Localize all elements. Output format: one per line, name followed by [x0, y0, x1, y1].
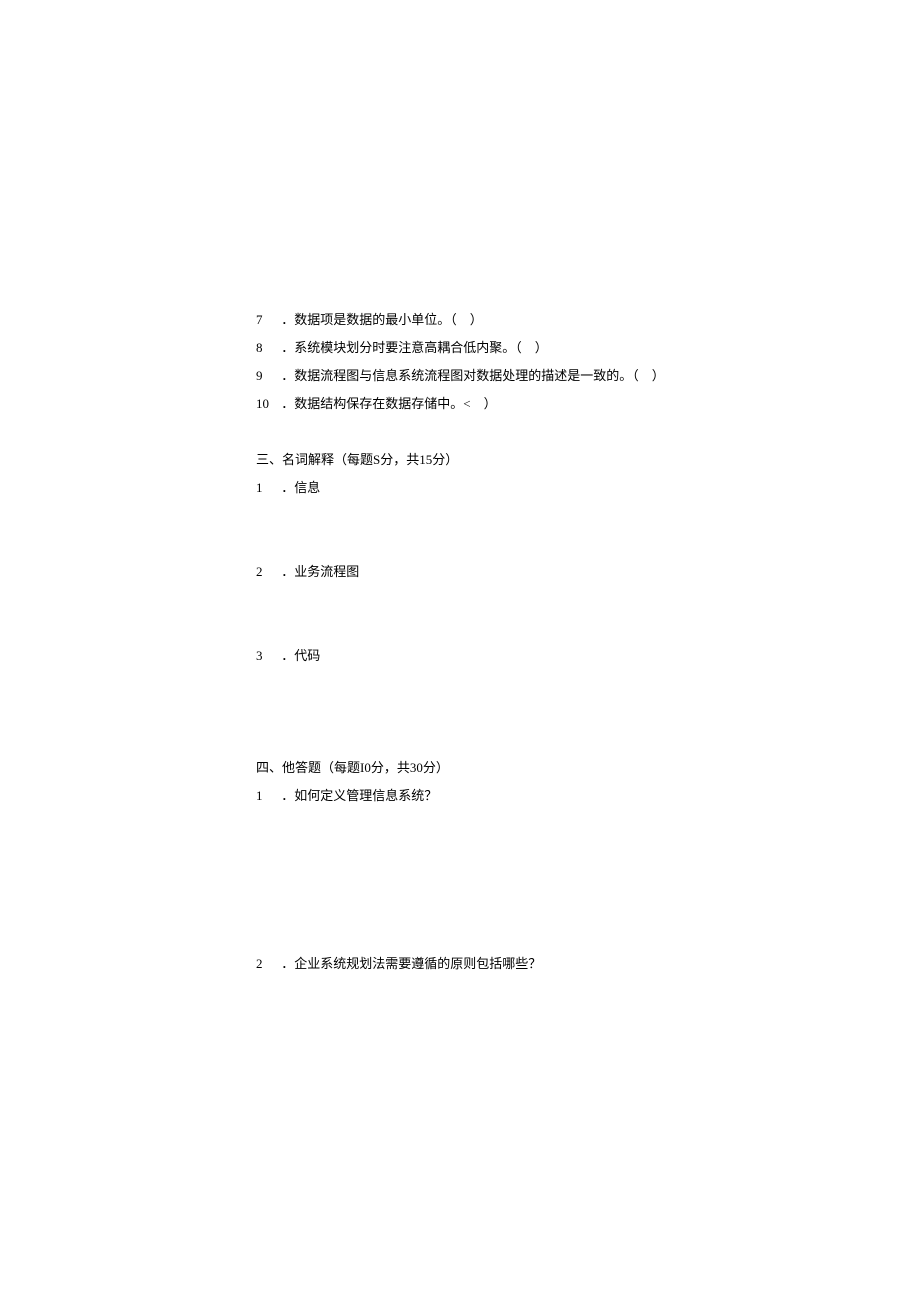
question-number: 8: [256, 334, 278, 362]
question-text: ．企业系统规划法需要遵循的原则包括哪些？: [281, 956, 541, 971]
term-question-2: 2 ．业务流程图: [256, 558, 756, 586]
question-text: ．数据流程图与信息系统流程图对数据处理的描述是一致的。（ ）: [281, 368, 665, 383]
term-question-1: 1 ．信息: [256, 474, 756, 502]
question-number: 2: [256, 558, 278, 586]
question-number: 2: [256, 950, 278, 978]
tf-question-7: 7 ．数据项是数据的最小单位。（ ）: [256, 306, 756, 334]
section-3-heading: 三、名词解释（每题S分，共15分）: [256, 446, 756, 474]
question-text: ．数据结构保存在数据存储中。< ）: [281, 396, 496, 411]
answer-question-2: 2 ．企业系统规划法需要遵循的原则包括哪些？: [256, 950, 756, 978]
question-text: ．如何定义管理信息系统？: [281, 788, 437, 803]
term-question-3: 3 ．代码: [256, 642, 756, 670]
question-number: 7: [256, 306, 278, 334]
tf-question-8: 8 ．系统模块划分时要注意高耦合低内聚。（ ）: [256, 334, 756, 362]
document-body: 7 ．数据项是数据的最小单位。（ ） 8 ．系统模块划分时要注意高耦合低内聚。（…: [256, 306, 756, 978]
tf-question-9: 9 ．数据流程图与信息系统流程图对数据处理的描述是一致的。（ ）: [256, 362, 756, 390]
question-number: 10: [256, 390, 278, 418]
heading-text: 三、名词解释（每题S分，共15分）: [256, 452, 458, 467]
question-text: ．信息: [281, 480, 320, 495]
question-text: ．业务流程图: [281, 564, 359, 579]
tf-question-10: 10 ．数据结构保存在数据存储中。< ）: [256, 390, 756, 418]
answer-question-1: 1 ．如何定义管理信息系统？: [256, 782, 756, 810]
question-text: ．系统模块划分时要注意高耦合低内聚。（ ）: [281, 340, 548, 355]
question-number: 1: [256, 474, 278, 502]
question-number: 3: [256, 642, 278, 670]
question-number: 1: [256, 782, 278, 810]
question-text: ．数据项是数据的最小单位。（ ）: [281, 312, 483, 327]
question-text: ．代码: [281, 648, 320, 663]
section-4-heading: 四、他答题（每题I0分，共30分）: [256, 754, 756, 782]
heading-text: 四、他答题（每题I0分，共30分）: [256, 760, 449, 775]
question-number: 9: [256, 362, 278, 390]
